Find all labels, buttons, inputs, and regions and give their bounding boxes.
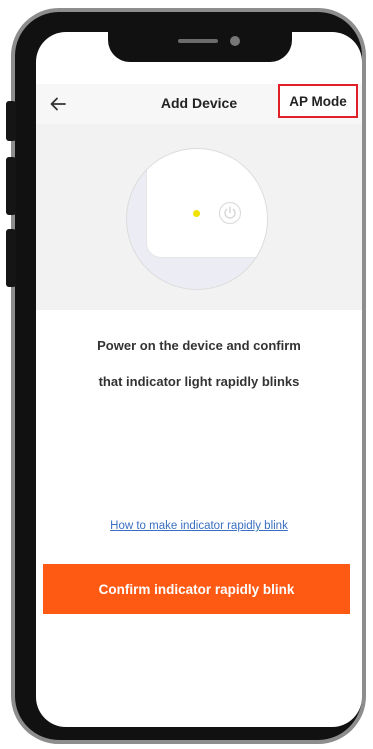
confirm-blink-button[interactable]: Confirm indicator rapidly blink [43, 564, 350, 614]
phone-screen: Add Device AP Mode Power on the device a… [36, 32, 362, 727]
device-graphic [147, 149, 267, 257]
speaker-grille [178, 39, 218, 43]
front-camera [230, 36, 240, 46]
notch [108, 32, 292, 62]
device-illustration [36, 124, 362, 310]
volume-down-button [6, 229, 16, 287]
mute-switch [6, 101, 16, 141]
indicator-light [193, 210, 200, 217]
power-icon [218, 201, 242, 225]
help-link[interactable]: How to make indicator rapidly blink [36, 520, 362, 532]
nav-header: Add Device AP Mode [36, 84, 362, 124]
instruction-line-2: that indicator light rapidly blinks [98, 374, 300, 389]
volume-up-button [6, 157, 16, 215]
instruction-text: Power on the device and confirm that ind… [56, 328, 342, 400]
instruction-line-1: Power on the device and confirm [97, 338, 301, 353]
ap-mode-button[interactable]: AP Mode [278, 84, 358, 118]
illustration-circle [126, 148, 268, 290]
